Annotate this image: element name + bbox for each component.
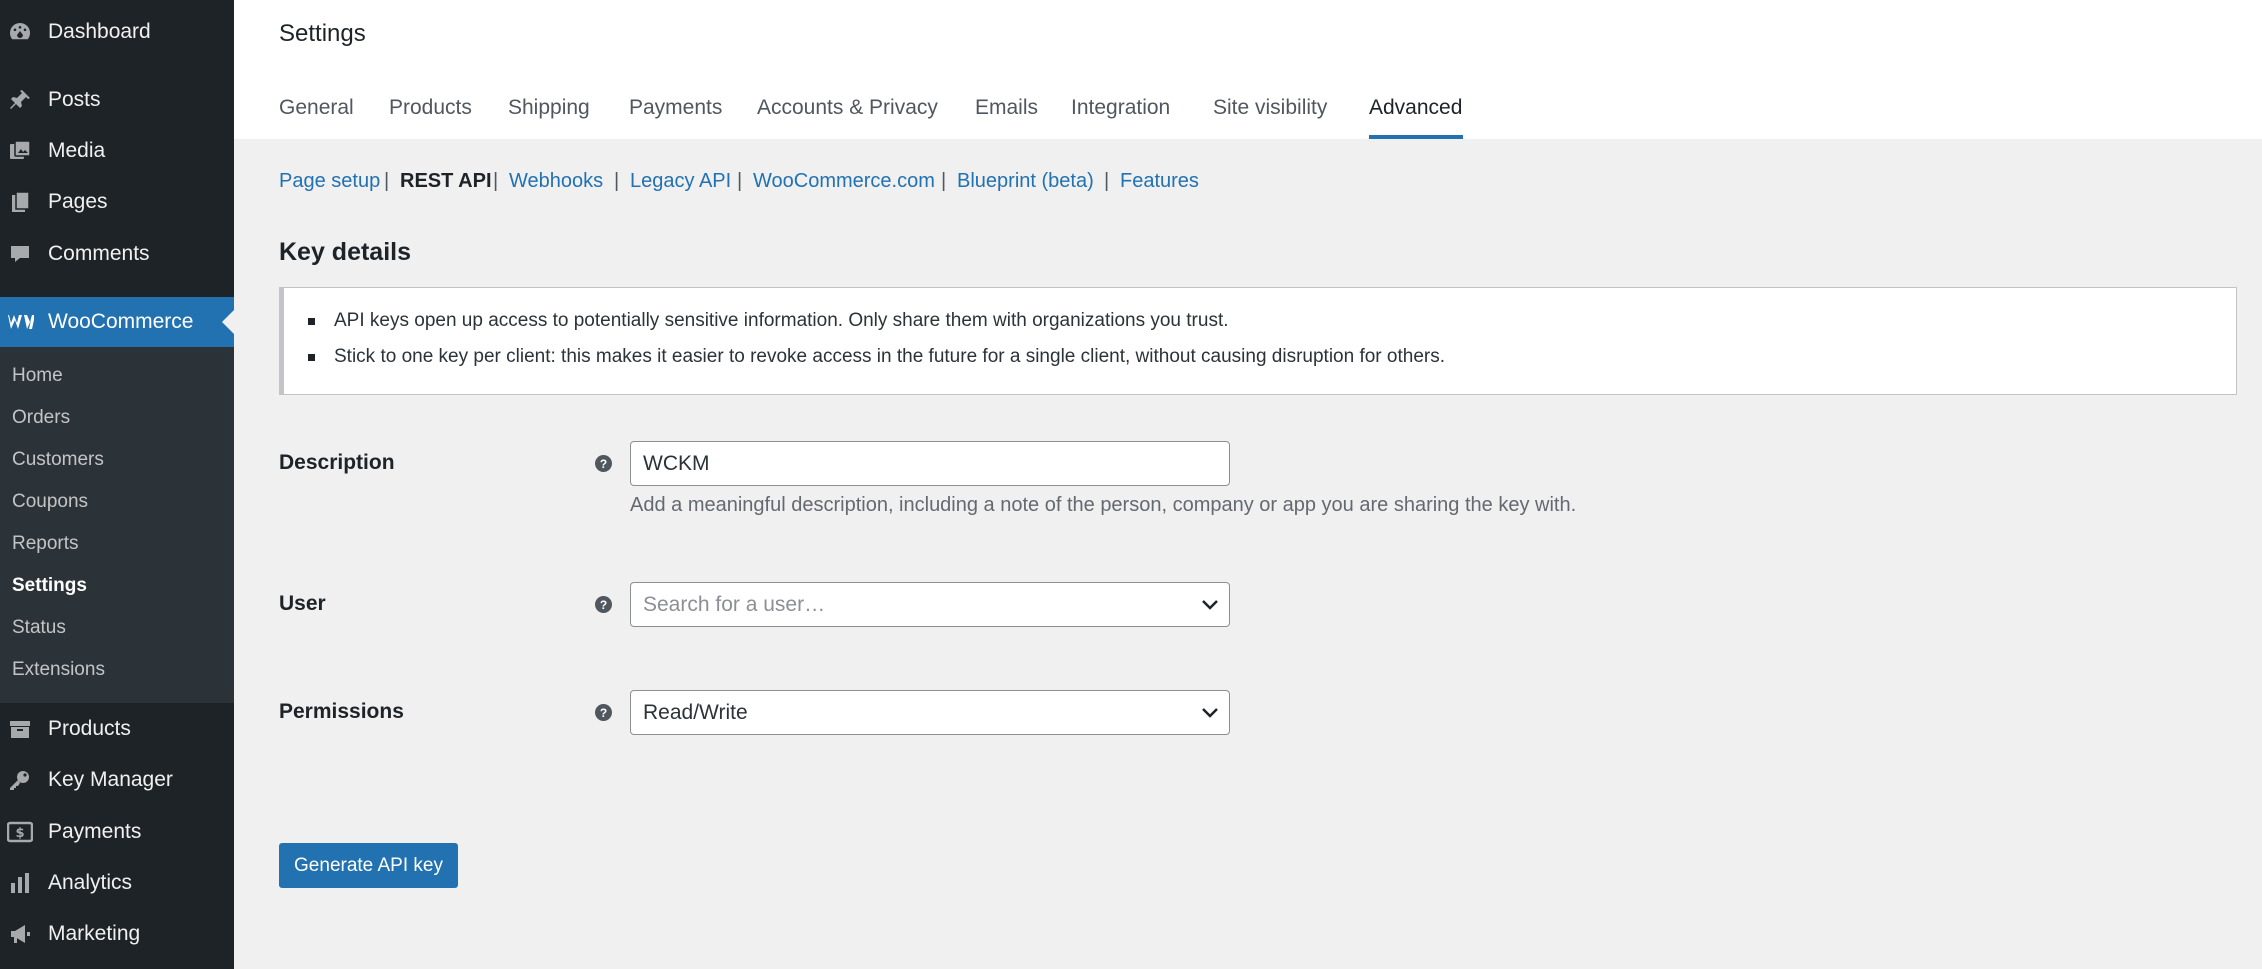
tab-advanced[interactable]: Advanced [1369,96,1462,120]
separator: | [614,170,620,192]
menu-posts[interactable]: Posts [0,77,234,123]
menu-products[interactable]: Products [0,706,234,752]
menu-dashboard[interactable]: Dashboard [0,9,234,55]
notice-item: Stick to one key per client: this makes … [334,346,1445,367]
page-title: Settings [279,20,366,47]
menu-payments[interactable]: $ Payments [0,809,234,855]
submenu-orders[interactable]: Orders [12,407,70,429]
menu-marketing-label: Marketing [48,922,141,945]
menu-analytics-label: Analytics [48,871,133,894]
media-icon [6,137,34,165]
menu-comments[interactable]: Comments [0,231,234,277]
tab-general[interactable]: General [279,96,354,120]
tab-integration[interactable]: Integration [1071,96,1170,120]
tab-shipping[interactable]: Shipping [508,96,590,120]
bar-chart-icon [6,869,34,897]
tab-emails[interactable]: Emails [975,96,1038,120]
separator: | [1104,170,1110,192]
key-icon [6,766,34,794]
help-icon[interactable]: ? [595,704,612,721]
comment-icon [6,240,34,268]
payments-icon: $ [6,818,34,846]
section-title: Key details [279,238,412,266]
menu-pages[interactable]: Pages [0,179,234,225]
submenu-status[interactable]: Status [12,617,66,639]
description-input[interactable]: WCKM [630,441,1230,486]
svg-text:$: $ [15,826,24,841]
subtab-rest-api[interactable]: REST API [400,170,492,193]
generate-api-key-button[interactable]: Generate API key [279,843,458,888]
subtab-page-setup[interactable]: Page setup [279,170,380,193]
megaphone-icon [6,920,34,948]
menu-key-manager[interactable]: Key Manager [0,757,234,803]
settings-header: Settings General Products Shipping Payme… [234,0,2262,139]
permissions-value: Read/Write [643,700,748,724]
tab-site-visibility[interactable]: Site visibility [1213,96,1327,120]
tab-products[interactable]: Products [389,96,472,120]
description-label: Description [279,451,395,474]
submenu-customers[interactable]: Customers [12,449,104,471]
menu-payments-label: Payments [48,820,142,843]
submenu-extensions[interactable]: Extensions [12,659,105,681]
notice-item: API keys open up access to potentially s… [334,310,1229,331]
woocommerce-submenu: Home Orders Customers Coupons Reports Se… [0,347,234,703]
separator: | [493,170,499,192]
separator: | [737,170,743,192]
bullet [308,318,315,325]
user-search-select[interactable]: Search for a user… [630,582,1230,627]
menu-comments-label: Comments [48,242,150,265]
permissions-select[interactable]: Read/Write [630,690,1230,735]
help-icon[interactable]: ? [595,455,612,472]
menu-dashboard-label: Dashboard [48,20,151,43]
separator: | [384,170,390,192]
menu-analytics[interactable]: Analytics [0,860,234,906]
user-search-placeholder: Search for a user… [643,592,826,616]
menu-media-label: Media [48,139,106,162]
menu-woocommerce[interactable]: WooCommerce [0,297,234,347]
chevron-down-icon [1201,701,1219,725]
submenu-coupons[interactable]: Coupons [12,491,88,513]
info-notice: API keys open up access to potentially s… [279,287,2237,395]
submenu-home[interactable]: Home [12,365,63,387]
help-icon[interactable]: ? [595,596,612,613]
user-label: User [279,592,326,615]
menu-marketing[interactable]: Marketing [0,911,234,957]
subtab-legacy-api[interactable]: Legacy API [630,170,731,193]
chevron-down-icon [1201,593,1219,617]
menu-media[interactable]: Media [0,128,234,174]
tab-accounts-privacy[interactable]: Accounts & Privacy [757,96,938,120]
permissions-label: Permissions [279,700,404,723]
archive-icon [6,715,34,743]
description-help-text: Add a meaningful description, including … [630,494,1577,516]
dashboard-icon [6,18,34,46]
submenu-reports[interactable]: Reports [12,533,79,555]
menu-products-label: Products [48,717,131,740]
subtab-features[interactable]: Features [1120,170,1199,193]
submenu-settings[interactable]: Settings [12,575,87,597]
subtab-blueprint[interactable]: Blueprint (beta) [957,170,1094,193]
tab-payments[interactable]: Payments [629,96,722,120]
subtab-woocommerce-com[interactable]: WooCommerce.com [753,170,935,193]
separator: | [941,170,947,192]
menu-key-manager-label: Key Manager [48,768,173,791]
woocommerce-icon [6,308,34,336]
pushpin-icon [6,86,34,114]
menu-posts-label: Posts [48,88,101,111]
pages-icon [6,188,34,216]
menu-pages-label: Pages [48,190,108,213]
active-tab-indicator [1369,135,1463,139]
menu-woocommerce-label: WooCommerce [48,310,194,333]
subtab-webhooks[interactable]: Webhooks [509,170,603,193]
bullet [308,354,315,361]
